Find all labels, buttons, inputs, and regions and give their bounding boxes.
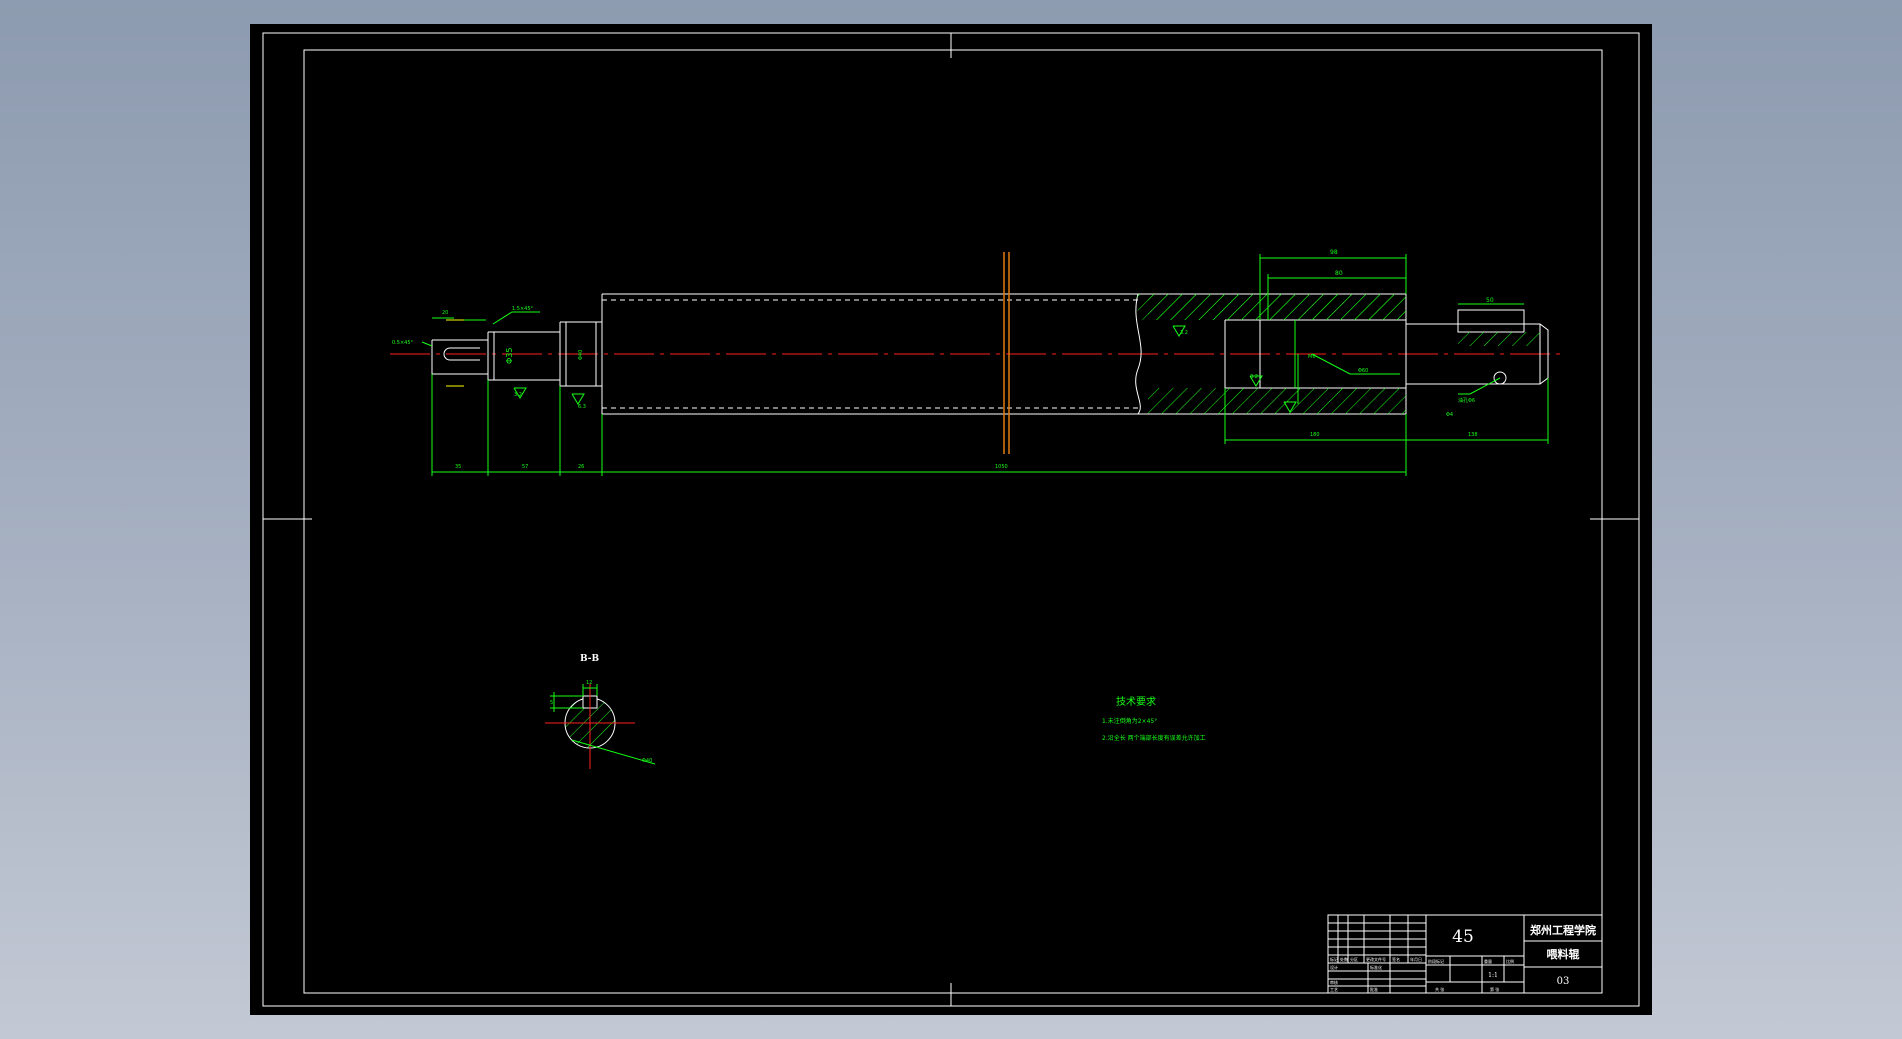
dim-bottom-total: 1050 bbox=[995, 464, 1008, 470]
section-view: B-B 5 12 Φ40 bbox=[545, 654, 656, 769]
material: 45 bbox=[1452, 927, 1474, 947]
dimension-lines bbox=[421, 254, 1549, 476]
dim-bottom-2: 57 bbox=[522, 464, 528, 470]
dim-top-inner: 80 bbox=[1335, 270, 1343, 277]
dim-left-small: 20 bbox=[442, 310, 448, 316]
row-label-6: 年月日 bbox=[1410, 956, 1422, 962]
row-label-1: 标记 bbox=[1330, 956, 1338, 962]
center-marks bbox=[263, 33, 1639, 1006]
sub-label-5: 批准 bbox=[1370, 986, 1378, 992]
tech-item-1: 1.未注倒角为2×45° bbox=[1102, 717, 1157, 725]
sub-label-1: 设计 bbox=[1330, 964, 1338, 970]
row-label-4: 更改文件号 bbox=[1366, 956, 1386, 962]
row-label-5: 签名 bbox=[1392, 956, 1400, 962]
section-label: B-B bbox=[580, 654, 600, 664]
stage-label-3: 比例 bbox=[1506, 958, 1514, 964]
row-label-3: 分区 bbox=[1350, 956, 1358, 962]
dim-bottom-right-2: 138 bbox=[1468, 432, 1478, 438]
section-markers bbox=[446, 319, 464, 387]
sheet-label-1: 共 张 bbox=[1435, 986, 1444, 992]
shaft-drawing: 98 80 50 20 0.5×45° 1.5×45° Φ35 Φ40 3.2 … bbox=[262, 32, 1640, 1007]
tech-title: 技术要求 bbox=[1116, 695, 1156, 708]
inner-frame bbox=[303, 49, 1603, 994]
note-bore: Φ60 bbox=[1358, 368, 1368, 374]
school-name: 郑州工程学院 bbox=[1530, 923, 1596, 937]
roughness-1: 3.2 bbox=[514, 392, 522, 398]
tech-requirements: 技术要求 1.未注倒角为2×45° 2.沿全长 两个端部长度有误差允许加工 bbox=[1102, 695, 1206, 742]
sub-label-4: 工艺 bbox=[1330, 987, 1338, 992]
cad-viewport[interactable]: 98 80 50 20 0.5×45° 1.5×45° Φ35 Φ40 3.2 … bbox=[250, 24, 1652, 1015]
note-hole-1: 油孔Φ6 bbox=[1458, 397, 1475, 404]
dim-bottom-right-1: 180 bbox=[1310, 432, 1320, 438]
row-label-2: 处数 bbox=[1340, 956, 1348, 962]
note-thread: M6 bbox=[1308, 354, 1316, 360]
note-hole-2: Φ4 bbox=[1446, 412, 1453, 418]
section-key-h: 5 bbox=[550, 700, 553, 706]
stage-label-1: 阶段标记 bbox=[1428, 958, 1444, 964]
scale: 1:1 bbox=[1488, 972, 1498, 979]
roughness-2: 3.2 bbox=[1180, 330, 1188, 336]
dim-top-overall: 98 bbox=[1330, 249, 1338, 256]
dim-chamfer-left: 0.5×45° bbox=[392, 340, 414, 346]
section-dia: Φ40 bbox=[642, 758, 652, 764]
dim-keyway: 50 bbox=[1486, 297, 1494, 304]
section-key-w: 12 bbox=[586, 680, 592, 686]
dim-bottom-1: 35 bbox=[455, 464, 461, 470]
dim-chamfer-step: 1.5×45° bbox=[512, 306, 534, 312]
sheet-label-2: 第 张 bbox=[1490, 986, 1499, 992]
outer-frame bbox=[262, 32, 1640, 1007]
dimension-texts: 98 80 50 20 0.5×45° 1.5×45° Φ35 Φ40 3.2 … bbox=[392, 249, 1494, 470]
tech-item-2: 2.沿全长 两个端部长度有误差允许加工 bbox=[1102, 734, 1206, 742]
sub-label-2: 标准化 bbox=[1370, 964, 1382, 970]
roughness-4: 6.3 bbox=[578, 404, 586, 410]
dim-dia-shoulder: Φ40 bbox=[578, 350, 584, 360]
dim-dia-bearing: Φ35 bbox=[505, 348, 514, 364]
drawing-no: 03 bbox=[1557, 976, 1570, 987]
part-name: 喂料辊 bbox=[1547, 947, 1580, 961]
break-cut-lines bbox=[1003, 252, 1010, 454]
stage-label-2: 重量 bbox=[1484, 958, 1492, 964]
roughness-3: 3.2 bbox=[1250, 374, 1258, 380]
dim-bottom-3: 26 bbox=[578, 464, 584, 470]
sub-label-3: 审核 bbox=[1330, 979, 1338, 985]
